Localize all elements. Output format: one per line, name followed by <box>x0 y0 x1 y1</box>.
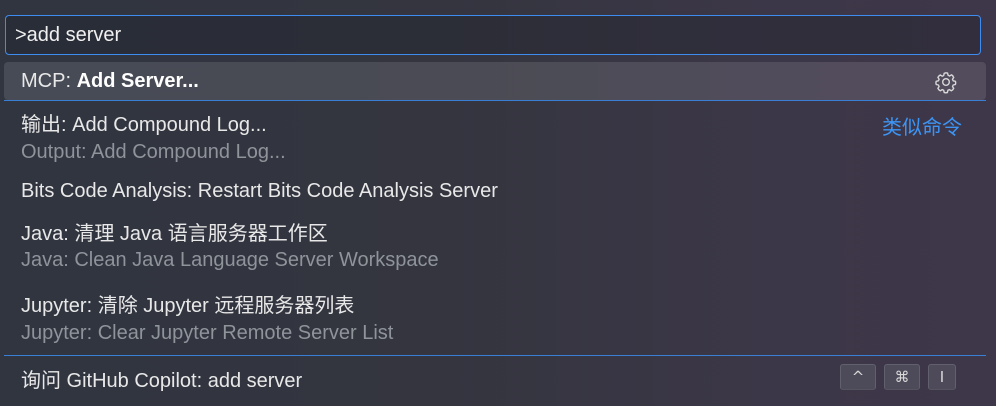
command-item-detail: Output: Add Compound Log... <box>21 141 286 163</box>
separator <box>4 100 986 101</box>
command-item-detail: Java: Clean Java Language Server Workspa… <box>21 249 439 271</box>
command-palette: MCP: Add Server... 输出: Add Compound Log.… <box>0 0 996 406</box>
command-item-output-add-compound-log[interactable]: 输出: Add Compound Log... Output: Add Comp… <box>4 103 986 169</box>
ask-copilot-item[interactable]: 询问 GitHub Copilot: add server ^ ⌘ I <box>4 357 986 397</box>
key-cmd: ⌘ <box>884 364 920 390</box>
command-item-java-clean-workspace[interactable]: Java: 清理 Java 语言服务器工作区 Java: Clean Java … <box>4 211 986 279</box>
command-match-highlight: Add Server... <box>76 70 199 92</box>
command-item-mcp-add-server[interactable]: MCP: Add Server... <box>4 62 986 100</box>
command-input-wrapper <box>5 15 981 55</box>
similar-commands-link[interactable]: 类似命令 <box>882 111 962 140</box>
command-item-label: Java: 清理 Java 语言服务器工作区 <box>21 223 328 245</box>
command-item-label: MCP: Add Server... <box>21 70 199 93</box>
separator <box>4 355 986 356</box>
key-ctrl: ^ <box>840 364 876 390</box>
command-item-label: Jupyter: 清除 Jupyter 远程服务器列表 <box>21 295 355 317</box>
command-item-label: Bits Code Analysis: Restart Bits Code An… <box>21 180 498 202</box>
keybinding: ^ ⌘ I <box>840 364 956 390</box>
command-item-jupyter-clear-remote-list[interactable]: Jupyter: 清除 Jupyter 远程服务器列表 Jupyter: Cle… <box>4 283 986 351</box>
command-category: MCP: <box>21 70 77 92</box>
ask-copilot-label: 询问 GitHub Copilot: add server <box>21 370 303 392</box>
command-item-label: 输出: Add Compound Log... <box>21 114 267 136</box>
command-item-bits-restart-server[interactable]: Bits Code Analysis: Restart Bits Code An… <box>4 173 986 209</box>
command-input[interactable] <box>6 16 980 54</box>
command-item-detail: Jupyter: Clear Jupyter Remote Server Lis… <box>21 322 394 344</box>
gear-icon[interactable] <box>934 70 958 94</box>
key-i: I <box>928 364 956 390</box>
